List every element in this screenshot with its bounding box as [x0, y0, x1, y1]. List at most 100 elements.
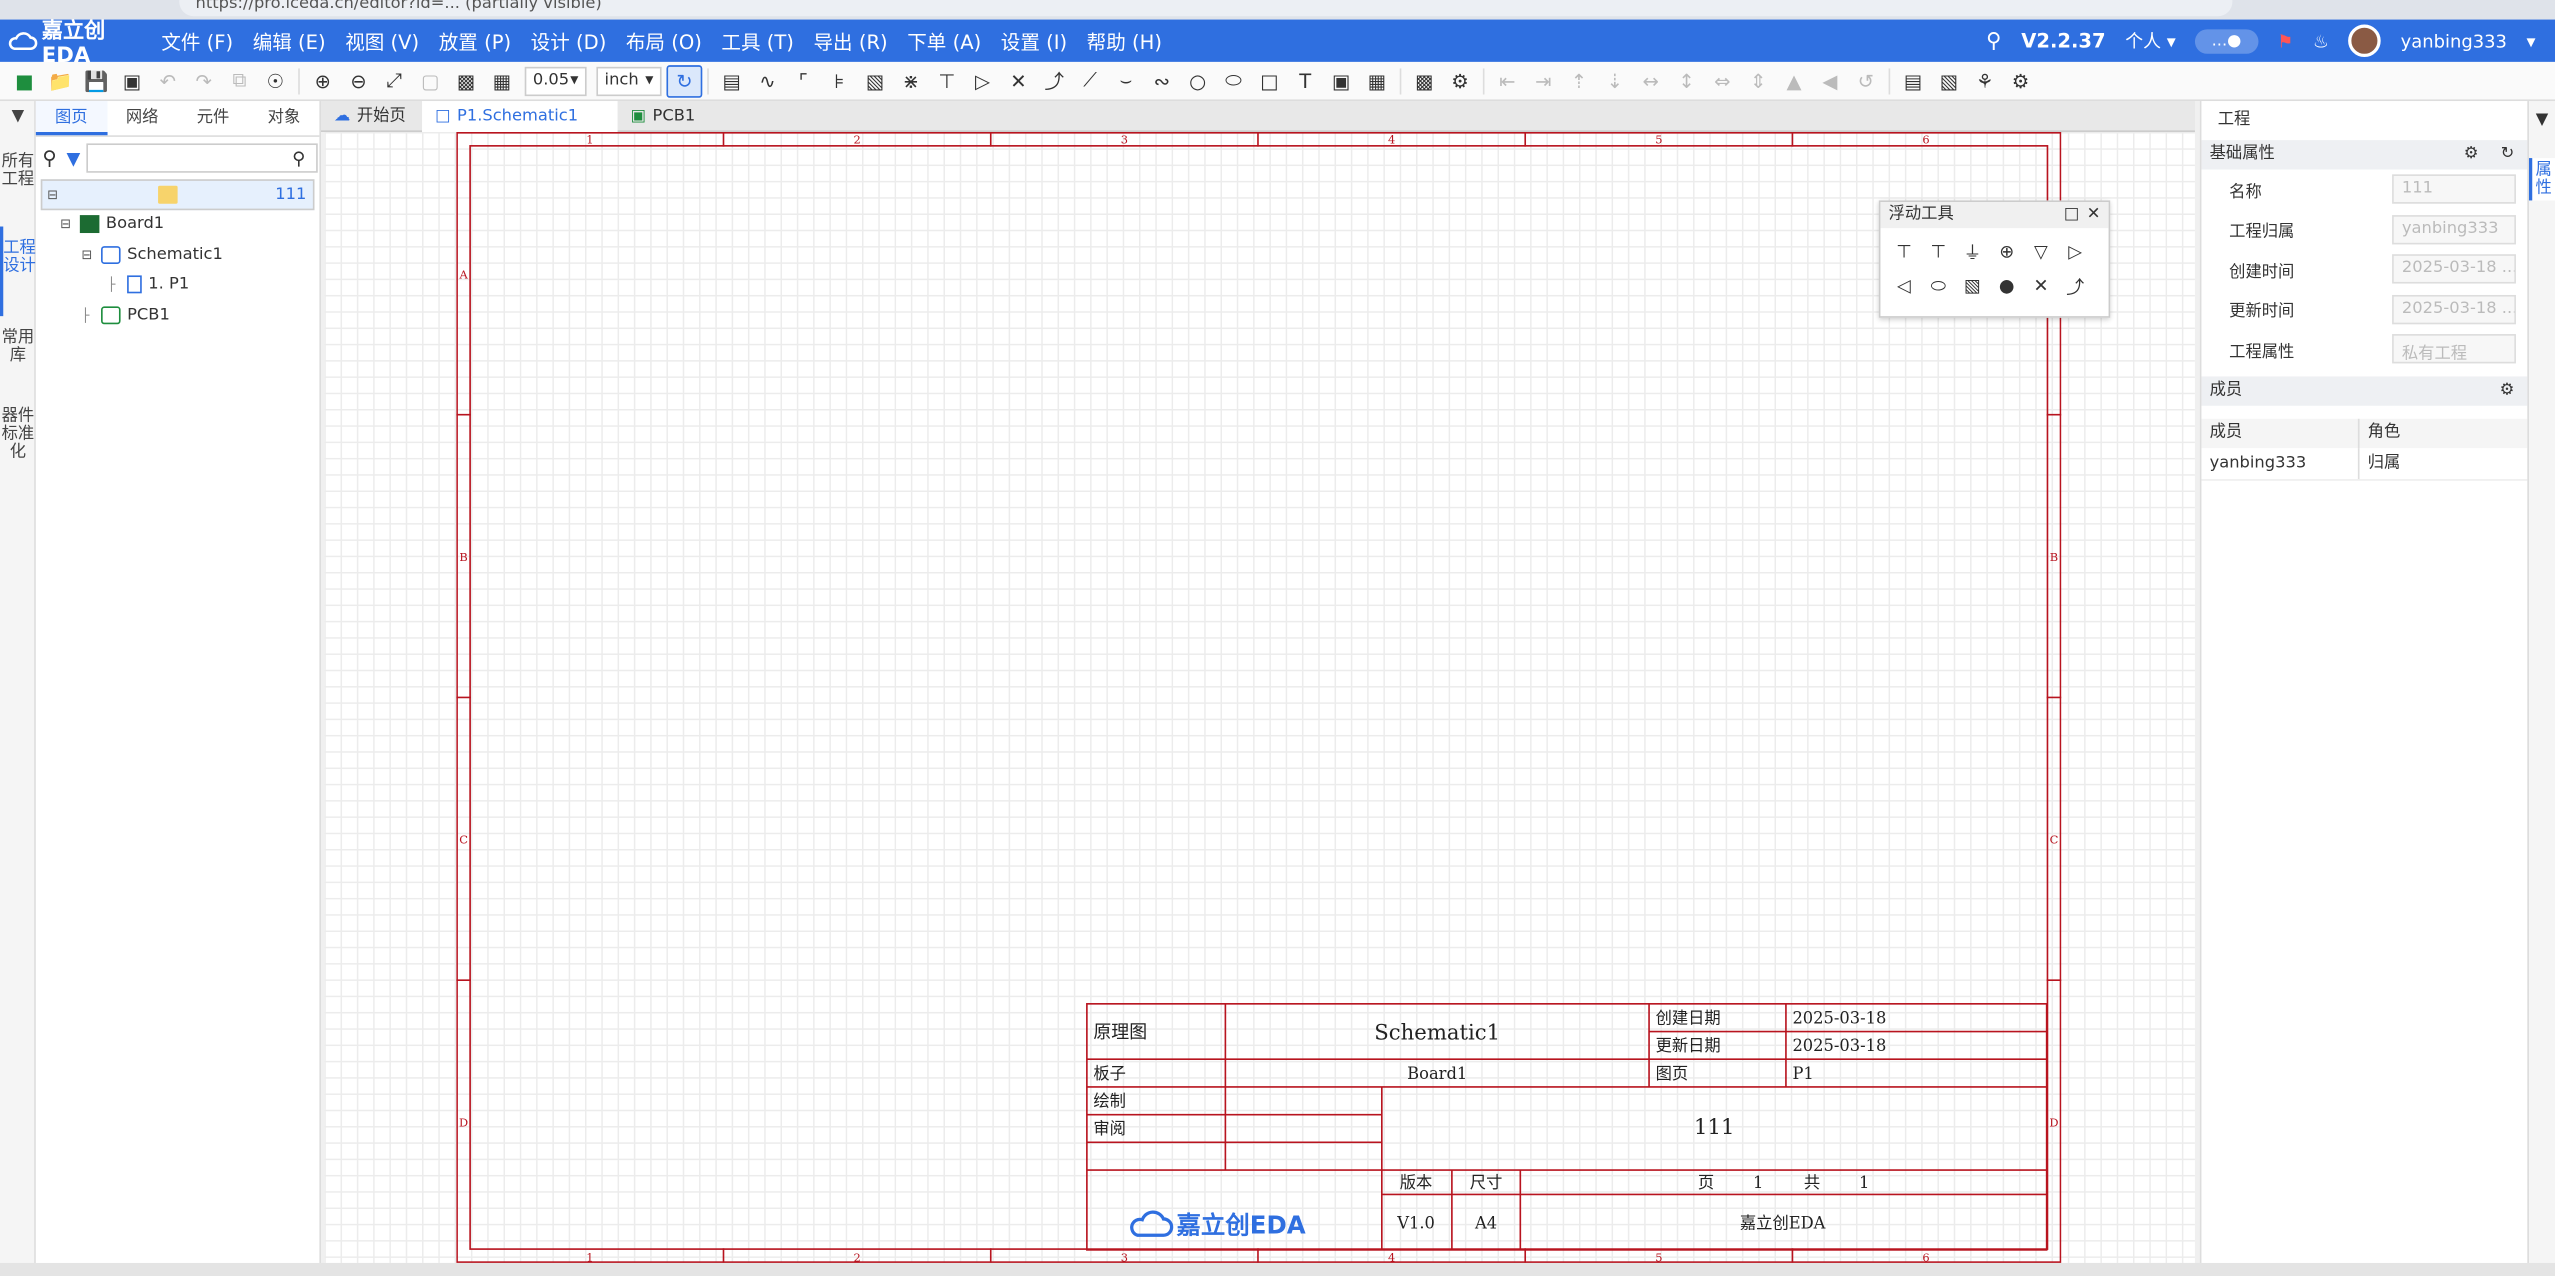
align-right-icon[interactable]: ⇥: [1525, 64, 1561, 97]
zoom-area-icon[interactable]: ▩: [448, 64, 484, 97]
tab-nets[interactable]: 网络: [107, 101, 178, 135]
net-port-in-icon[interactable]: ◁: [1887, 269, 1921, 303]
menu-view[interactable]: 视图 (V): [335, 27, 429, 55]
prop-value-owner[interactable]: yanbing333: [2392, 214, 2516, 245]
gear-icon[interactable]: ⚙: [2464, 140, 2479, 169]
tree-item-pcb[interactable]: ├ PCB1: [36, 300, 320, 330]
ground-icon[interactable]: ⏚: [1955, 235, 1989, 269]
pin-icon[interactable]: ▼: [2529, 101, 2555, 129]
update-pcb-icon[interactable]: ⚘: [1967, 64, 2003, 97]
table-icon[interactable]: ▦: [1359, 64, 1395, 97]
power-port-icon[interactable]: ⊤: [929, 64, 965, 97]
vcc-icon[interactable]: ⊤: [1887, 235, 1921, 269]
grid-size-select[interactable]: 0.05 ▾: [524, 65, 587, 96]
menu-edit[interactable]: 编辑 (E): [243, 27, 335, 55]
menu-settings[interactable]: 设置 (I): [991, 27, 1077, 55]
search-input[interactable]: [86, 143, 319, 173]
distribute-v-icon[interactable]: ⇕: [1740, 64, 1776, 97]
zoom-in-icon[interactable]: ⊕: [305, 64, 341, 97]
power-icon[interactable]: ⊤: [1921, 235, 1955, 269]
open-folder-icon[interactable]: 📁: [42, 64, 78, 97]
vtab-standardization[interactable]: 器件标准化: [0, 394, 36, 492]
table-row[interactable]: yanbing333 归属: [2201, 447, 2528, 480]
vtab-project-design[interactable]: 工程设计: [0, 226, 36, 317]
align-hcenter-icon[interactable]: ↔: [1633, 64, 1669, 97]
netlist-icon[interactable]: ▧: [1931, 64, 1967, 97]
junction-icon[interactable]: ●: [1990, 269, 2024, 303]
analog-ground-icon[interactable]: ⊕: [1990, 235, 2024, 269]
collapse-toggle[interactable]: ⊟: [60, 217, 76, 232]
flip-v-icon[interactable]: ◀: [1812, 64, 1848, 97]
text-icon[interactable]: T: [1287, 64, 1323, 97]
image-icon[interactable]: ▣: [1323, 64, 1359, 97]
menu-export[interactable]: 导出 (R): [804, 27, 898, 55]
undo-icon[interactable]: ↶: [150, 64, 186, 97]
find-icon[interactable]: ☉: [257, 64, 293, 97]
refresh-icon[interactable]: ↻: [2501, 140, 2515, 169]
vtab-all-projects[interactable]: 所有工程: [0, 137, 36, 227]
menu-layout[interactable]: 布局 (O): [616, 27, 712, 55]
chevron-down-icon[interactable]: ▾: [2526, 30, 2535, 51]
net-label-icon[interactable]: ▧: [1955, 269, 1989, 303]
bom-icon[interactable]: ▤: [1895, 64, 1931, 97]
component-icon[interactable]: ▤: [714, 64, 750, 97]
tab-start-page[interactable]: ☁ 开始页: [321, 101, 422, 132]
save-icon[interactable]: 💾: [78, 64, 114, 97]
search-icon[interactable]: ⚲: [292, 147, 305, 168]
distribute-h-icon[interactable]: ⇔: [1704, 64, 1740, 97]
settings-cog-icon[interactable]: ⚙: [1442, 64, 1478, 97]
snap-icon[interactable]: ↻: [666, 64, 703, 97]
net-port-bi-icon[interactable]: ⬭: [1921, 269, 1955, 303]
align-vcenter-icon[interactable]: ↕: [1669, 64, 1705, 97]
avatar[interactable]: [2348, 24, 2382, 58]
copy-icon[interactable]: ⧉: [222, 64, 258, 97]
tab-schematic-p1[interactable]: □ P1.Schematic1: [422, 101, 618, 132]
prop-value-created[interactable]: 2025-03-18 ...: [2392, 254, 2516, 284]
menu-help[interactable]: 帮助 (H): [1077, 27, 1172, 55]
net-flag-icon[interactable]: ⋇: [893, 64, 929, 97]
flip-h-icon[interactable]: ▲: [1776, 64, 1812, 97]
filter-icon[interactable]: ▼: [66, 147, 80, 168]
tab-objects[interactable]: 对象: [248, 101, 319, 135]
zoom-selection-icon[interactable]: ▢: [412, 64, 448, 97]
rectangle-icon[interactable]: □: [1251, 64, 1287, 97]
collapse-toggle[interactable]: ⊟: [81, 247, 97, 262]
floating-tools-header[interactable]: 浮动工具 □ ✕: [1880, 202, 2109, 229]
tree-item-board[interactable]: ⊟ Board1: [36, 209, 320, 239]
net-label-icon[interactable]: ▧: [857, 64, 893, 97]
account-mode-dropdown[interactable]: 个人 ▾: [2125, 28, 2176, 54]
align-left-icon[interactable]: ⇤: [1489, 64, 1525, 97]
menu-place[interactable]: 放置 (P): [429, 27, 521, 55]
net-port-icon[interactable]: ▷: [2058, 235, 2092, 269]
tab-pages[interactable]: 图页: [35, 101, 107, 136]
tree-item-project[interactable]: ⊟ 111: [40, 179, 315, 210]
ellipse-icon[interactable]: ⬭: [1216, 64, 1252, 97]
circle-icon[interactable]: ○: [1180, 64, 1216, 97]
rotate-icon[interactable]: ↺: [1848, 64, 1884, 97]
no-connect-icon[interactable]: ✕: [2024, 269, 2058, 303]
search-icon[interactable]: ⚲: [42, 147, 56, 170]
redo-icon[interactable]: ↷: [186, 64, 222, 97]
menu-tools[interactable]: 工具 (T): [712, 27, 804, 55]
collapse-toggle[interactable]: ⊟: [47, 187, 63, 202]
align-bottom-icon[interactable]: ⇣: [1597, 64, 1633, 97]
prop-value-attribute[interactable]: 私有工程: [2392, 334, 2516, 364]
tab-pcb1[interactable]: ▣ PCB1: [618, 101, 814, 132]
close-icon[interactable]: ✕: [2087, 202, 2101, 228]
vtab-properties[interactable]: 属性: [2528, 158, 2555, 201]
menu-file[interactable]: 文件 (F): [152, 27, 243, 55]
new-file-icon[interactable]: ■: [7, 64, 43, 97]
bezier-icon[interactable]: ∾: [1144, 64, 1180, 97]
bus-icon[interactable]: ⌜: [785, 64, 821, 97]
net-port-icon[interactable]: ▷: [965, 64, 1001, 97]
tab-components[interactable]: 元件: [178, 101, 249, 135]
tree-item-schematic[interactable]: ⊟ Schematic1: [36, 240, 320, 270]
signal-ground-icon[interactable]: ▽: [2024, 235, 2058, 269]
gear-icon[interactable]: ⚙: [2003, 64, 2039, 97]
prop-value-updated[interactable]: 2025-03-18 ...: [2392, 294, 2516, 324]
username[interactable]: yanbing333: [2401, 30, 2507, 51]
arc-icon[interactable]: ⌣: [1108, 64, 1144, 97]
grid-icon[interactable]: ▦: [484, 64, 520, 97]
menu-design[interactable]: 设计 (D): [521, 27, 616, 55]
tree-item-page[interactable]: ├ 1. P1: [36, 270, 320, 300]
